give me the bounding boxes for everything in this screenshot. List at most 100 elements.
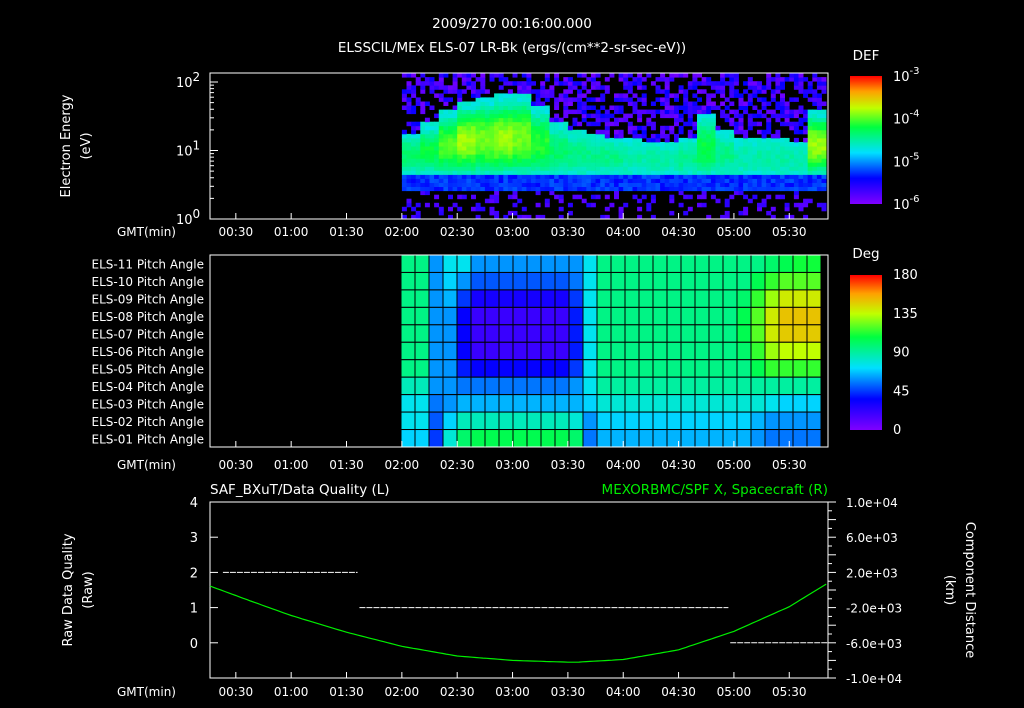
spectrogram-cell <box>494 158 500 163</box>
spectrogram-cell <box>706 186 712 192</box>
spectrogram-cell <box>729 162 735 167</box>
spectrogram-cell <box>577 89 583 94</box>
spectrogram-cell <box>627 178 633 183</box>
spectrogram-cell <box>812 178 818 183</box>
spectrogram-cell <box>604 137 610 143</box>
spectrogram-cell <box>706 142 712 147</box>
spectrogram-cell <box>720 81 726 86</box>
spectrogram-cell <box>572 121 578 127</box>
spectrogram-cell <box>581 186 587 192</box>
spectrogram-cell <box>650 133 656 139</box>
spectrogram-cell <box>558 81 564 86</box>
spectrogram-cell <box>664 174 670 179</box>
spectrogram-cell <box>415 174 421 179</box>
spectrogram-cell <box>466 121 472 127</box>
spectrogram-cell <box>429 174 435 179</box>
spectrogram-cell <box>743 210 749 216</box>
spectrogram-cell <box>747 81 753 86</box>
spectrogram-cell <box>521 109 527 115</box>
spectrogram-cell <box>812 162 818 167</box>
pitch-angle-cell <box>610 306 626 326</box>
spectrogram-cell <box>793 202 799 208</box>
spectrogram-cell <box>780 178 785 183</box>
spectrogram-cell <box>581 113 587 119</box>
spectrogram-cell <box>687 109 693 115</box>
def-colorbar-tick-label: 10-5 <box>893 151 920 170</box>
pitch-angle-cell <box>414 324 430 343</box>
spectrogram-cell <box>637 109 643 115</box>
spectrogram-cell <box>609 121 615 127</box>
pitch-angle-cell <box>624 254 640 273</box>
spectrogram-cell <box>752 137 758 143</box>
spectrogram-cell <box>761 162 767 167</box>
spectrogram-cell <box>540 93 546 98</box>
spectrogram-cell <box>683 109 689 115</box>
pitch-angle-cell <box>750 411 766 431</box>
spectrogram-cell <box>646 121 652 127</box>
spectrogram-cell <box>466 81 472 86</box>
spectrogram-cell <box>803 77 809 82</box>
spectrogram-cell <box>766 117 772 123</box>
spectrogram-cell <box>424 142 430 147</box>
spectrogram-cell <box>660 146 666 151</box>
spectrogram-cell <box>438 154 444 159</box>
spectrogram-cell <box>443 121 449 127</box>
spectrogram-cell <box>664 150 670 155</box>
spectrogram-cell <box>720 129 726 135</box>
spectrogram-cell <box>789 73 795 78</box>
spectrogram-cell <box>646 73 652 78</box>
spectrogram-cell <box>461 109 467 115</box>
spectrogram-cell <box>784 166 790 171</box>
spectrogram-cell <box>448 109 453 115</box>
spectrogram-cell <box>558 182 564 187</box>
spectrogram-cell <box>475 133 481 139</box>
spectrogram-cell <box>438 125 444 131</box>
spectrogram-cell <box>526 109 532 115</box>
spectrogram-cell <box>563 101 569 106</box>
spectrogram-cell <box>549 158 555 163</box>
spectrogram-cell <box>683 97 689 102</box>
spectrogram-cell <box>660 174 666 179</box>
spectrogram-cell <box>660 178 666 183</box>
spectrogram-cell <box>687 150 693 155</box>
spectrogram-cell <box>544 158 550 163</box>
spectrogram-cell <box>697 158 702 163</box>
spectrogram-cell <box>544 142 550 147</box>
spectrogram-cell <box>554 166 560 171</box>
pitch-angle-cell <box>778 429 794 448</box>
spectrogram-cell <box>701 121 707 127</box>
spectrogram-cell <box>517 137 523 143</box>
spectrogram-cell <box>567 166 573 171</box>
spectrogram-cell <box>424 162 430 167</box>
pitch-angle-cell <box>778 376 794 396</box>
spectrogram-cell <box>683 158 689 163</box>
spectrogram-cell <box>646 150 652 155</box>
spectrogram-cell <box>738 178 744 183</box>
spectrogram-cell <box>581 133 587 139</box>
pitch-angle-cell <box>428 306 444 326</box>
time-tick-label: 00:30 <box>219 458 254 472</box>
spectrogram-cell <box>678 142 684 147</box>
spectrogram-cell <box>803 89 809 94</box>
spectrogram-cell <box>812 142 818 147</box>
spectrogram-cell <box>784 109 790 115</box>
spectrogram-cell <box>535 117 541 123</box>
spectrogram-cell <box>590 150 596 155</box>
spectrogram-cell <box>692 182 698 187</box>
spectrogram-cell <box>669 210 675 216</box>
spectrogram-cell <box>715 129 721 135</box>
spectrogram-cell <box>687 105 693 110</box>
spectrogram-cell <box>517 133 523 139</box>
spectrogram-cell <box>526 77 532 82</box>
spectrogram-cell <box>632 81 638 86</box>
spectrogram-cell <box>770 142 776 147</box>
spectrogram-cell <box>415 182 421 187</box>
spectrogram-cell <box>415 97 421 102</box>
spectrogram-cell <box>720 174 726 179</box>
pitch-angle-cell <box>722 324 738 343</box>
pitch-angle-cell <box>568 306 584 326</box>
spectrogram-cell <box>540 105 546 110</box>
spectrogram-cell <box>517 182 523 187</box>
spectrogram-cell <box>448 97 453 102</box>
spectrogram-cell <box>434 125 440 131</box>
